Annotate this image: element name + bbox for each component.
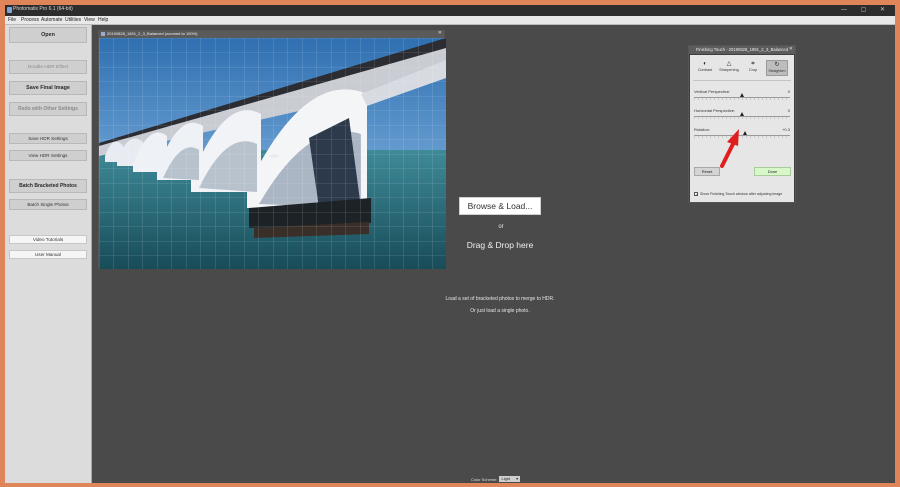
- batch-single-photos-button[interactable]: Batch Single Photos: [9, 199, 87, 210]
- app-icon: [7, 7, 12, 13]
- or-label: or: [498, 224, 504, 230]
- show-finishing-touch-checkbox[interactable]: ✓: [694, 192, 698, 197]
- horizontal-perspective-slider-thumb[interactable]: [740, 112, 744, 116]
- browse-load-button[interactable]: Browse & Load...: [459, 197, 541, 215]
- image-window-title-bar[interactable]: 20190828_1891_2_3_Balanced (zoomed to 10…: [99, 30, 444, 38]
- user-manual-button[interactable]: User Manual: [9, 250, 87, 259]
- horizontal-perspective-value: 0: [787, 108, 790, 113]
- show-finishing-touch-label: Show Finishing Touch window after adjust…: [700, 192, 783, 196]
- tool-straighten[interactable]: ↻ Straighten: [766, 60, 788, 76]
- tool-crop[interactable]: ⌗ Crop: [742, 60, 764, 76]
- finishing-touch-body: ◐ Contrast △ Sharpening ⌗ Crop ↻ Straigh…: [690, 55, 794, 202]
- double-hdr-button[interactable]: Double HDR Effect: [9, 60, 87, 74]
- finishing-touch-close-icon[interactable]: ✕: [789, 46, 793, 52]
- menu-view[interactable]: View: [84, 17, 95, 23]
- image-close-icon[interactable]: ✕: [438, 30, 442, 36]
- vertical-perspective-slider-thumb[interactable]: [740, 93, 744, 97]
- bridge-photo: [99, 38, 446, 269]
- color-scheme-label: Color Scheme:: [471, 476, 498, 482]
- load-hint-bracketed: Load a set of bracketed photos to merge …: [445, 296, 555, 302]
- finishing-touch-title-bar[interactable]: Finishing Touch - 20190828_1891_2_3_Bala…: [689, 46, 795, 54]
- menu-automate[interactable]: Automate: [41, 17, 62, 23]
- save-hdr-settings-button[interactable]: Save HDR Settings: [9, 133, 87, 144]
- title-bar: Photomatix Pro 6.1 (64-bit) — ▢ ✕: [5, 5, 895, 16]
- view-hdr-settings-button[interactable]: View HDR Settings: [9, 150, 87, 161]
- color-scheme-control: Color Scheme: Light ▾: [471, 476, 521, 482]
- redo-other-settings-button[interactable]: Redo with Other Settings: [9, 102, 87, 116]
- menu-help[interactable]: Help: [98, 17, 108, 23]
- show-finishing-touch-option[interactable]: ✓ Show Finishing Touch window after adju…: [694, 192, 783, 197]
- reset-button[interactable]: Reset: [694, 167, 720, 176]
- image-icon: [101, 32, 105, 36]
- vertical-perspective-label: Vertical Perspective:: [694, 89, 731, 94]
- image-window-title: 20190828_1891_2_3_Balanced (zoomed to 10…: [107, 31, 198, 36]
- color-scheme-select[interactable]: Light ▾: [499, 476, 521, 482]
- menu-process[interactable]: Process: [21, 17, 39, 23]
- vertical-perspective-ticks: [694, 98, 790, 100]
- drag-drop-label: Drag & Drop here: [466, 240, 534, 250]
- vertical-perspective-value: 0: [787, 89, 790, 94]
- tool-contrast[interactable]: ◐ Contrast: [694, 60, 716, 76]
- sharpening-icon: △: [726, 61, 732, 67]
- straighten-icon: ↻: [774, 62, 780, 68]
- horizontal-perspective-label: Horizontal Perspective:: [694, 108, 736, 113]
- batch-bracketed-photos-button[interactable]: Batch Bracketed Photos: [9, 179, 87, 193]
- tool-straighten-label: Straighten: [768, 69, 786, 73]
- crop-icon: ⌗: [751, 61, 755, 67]
- app-title: Photomatix Pro 6.1 (64-bit): [13, 6, 73, 12]
- menu-bar: File Process Automate Utilities View Hel…: [5, 16, 895, 25]
- done-button[interactable]: Done: [754, 167, 791, 176]
- tool-sharpening-label: Sharpening: [719, 68, 739, 72]
- horizontal-perspective-ticks: [694, 117, 790, 119]
- finishing-touch-title: Finishing Touch - 20190828_1891_2_3_Bala…: [695, 47, 789, 52]
- menu-utilities[interactable]: Utilities: [65, 17, 81, 23]
- rotation-value: +0.3: [782, 127, 790, 132]
- rotation-slider-thumb[interactable]: [742, 131, 747, 135]
- finishing-touch-panel: Finishing Touch - 20190828_1891_2_3_Bala…: [688, 45, 796, 203]
- window-controls[interactable]: — ▢ ✕: [841, 6, 891, 13]
- photomatix-window: Photomatix Pro 6.1 (64-bit) — ▢ ✕ File P…: [5, 5, 895, 483]
- open-button[interactable]: Open: [9, 27, 87, 43]
- tool-contrast-label: Contrast: [697, 68, 713, 72]
- image-window[interactable]: 20190828_1891_2_3_Balanced (zoomed to 10…: [98, 30, 446, 269]
- load-hint-single: Or just load a single photo.: [470, 308, 530, 314]
- video-tutorials-button[interactable]: Video Tutorials: [9, 235, 87, 244]
- color-scheme-value: Light: [501, 476, 511, 481]
- tool-crop-label: Crop: [748, 68, 758, 72]
- rotation-label: Rotation:: [694, 127, 711, 132]
- chevron-down-icon: ▾: [516, 476, 519, 481]
- divider: [693, 80, 791, 81]
- contrast-icon: ◐: [703, 61, 707, 67]
- rotation-ticks: [694, 136, 790, 138]
- workflow-sidebar: Open Double HDR Effect Save Final Image …: [5, 25, 92, 483]
- bridge-photo-drawing: [99, 38, 446, 269]
- menu-file[interactable]: File: [8, 17, 16, 23]
- save-final-image-button[interactable]: Save Final Image: [9, 81, 87, 95]
- tool-sharpening[interactable]: △ Sharpening: [718, 60, 740, 76]
